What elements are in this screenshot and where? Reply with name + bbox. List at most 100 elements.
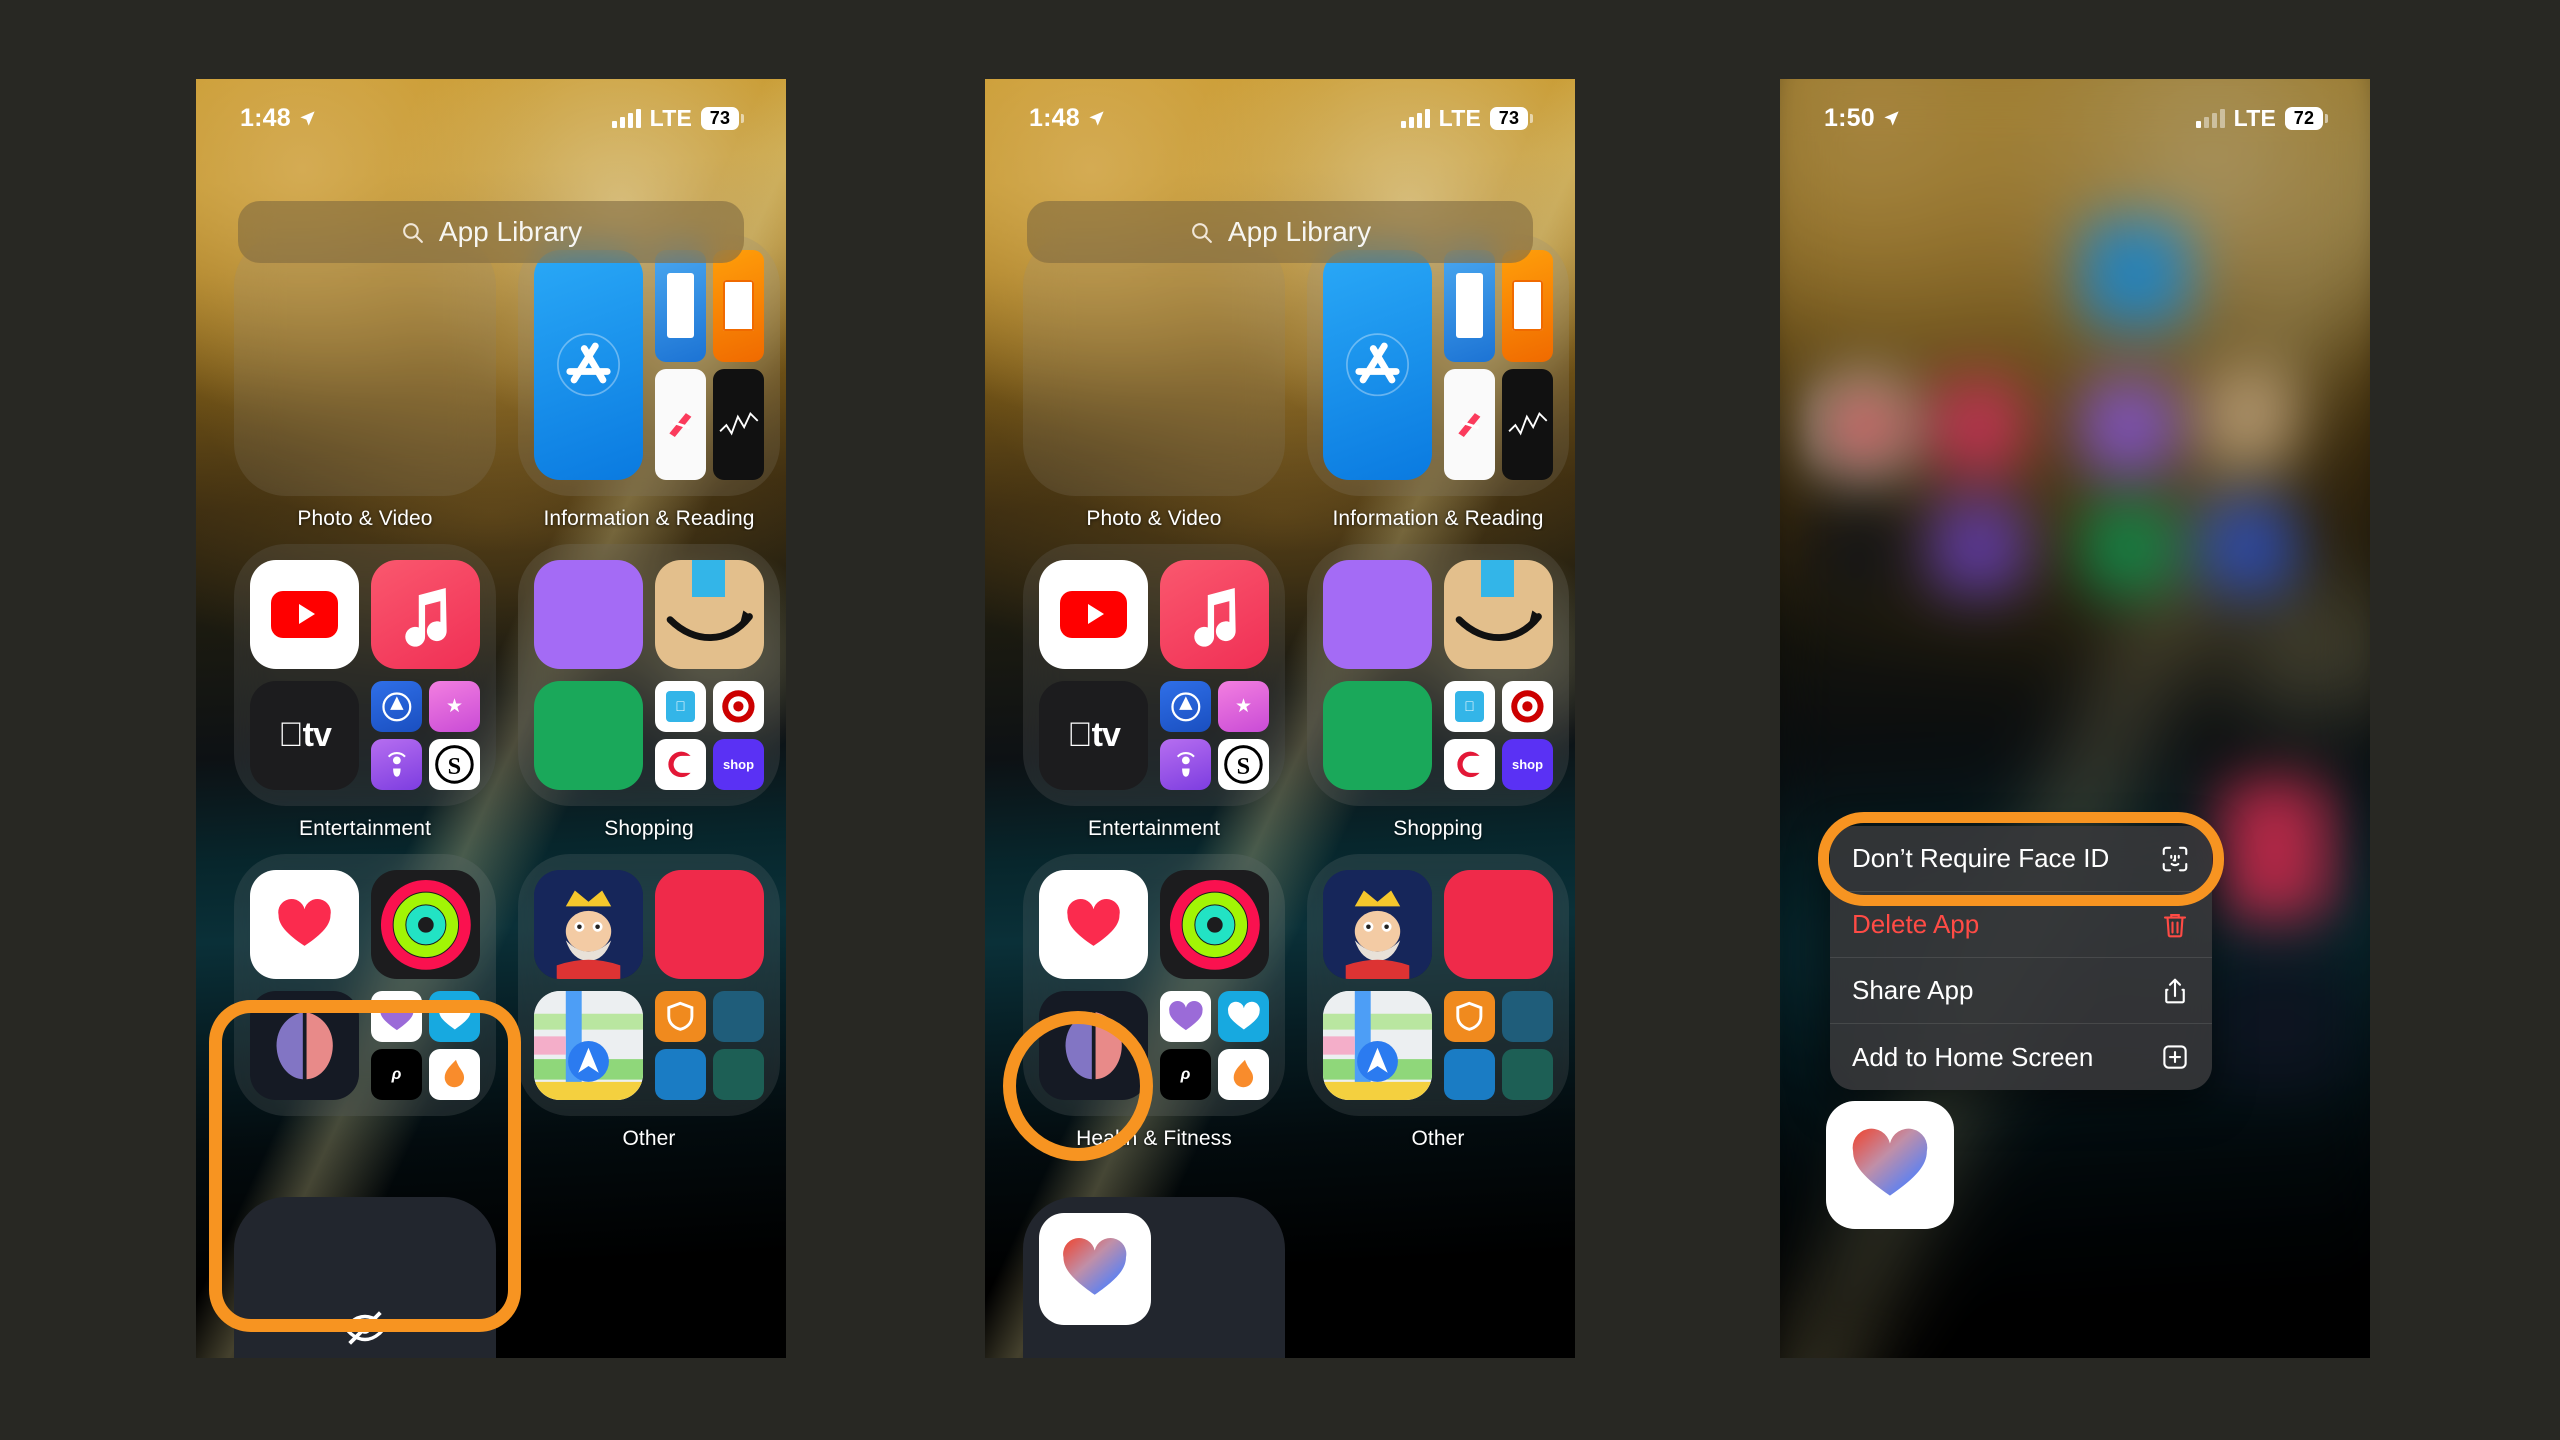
app-icon-s-circle[interactable]: S <box>1218 739 1269 790</box>
folder-tile[interactable] <box>518 854 780 1116</box>
app-icon-purple[interactable] <box>1323 560 1432 669</box>
app-icon-teal[interactable] <box>1502 991 1553 1042</box>
app-icon-target[interactable] <box>713 681 764 732</box>
app-icon-health[interactable] <box>1039 870 1148 979</box>
app-icon-peloton[interactable]: ρ <box>371 1049 422 1100</box>
app-icon-costco[interactable] <box>655 739 706 790</box>
folder-tile[interactable]: tv ★ <box>234 544 496 806</box>
app-icon-purple-heart[interactable] <box>371 991 422 1042</box>
folder-hidden[interactable]: Hidden <box>1023 1197 1285 1358</box>
app-icon-apple-tv[interactable]: tv <box>1039 681 1148 790</box>
folder-entertainment[interactable]: tv ★ S <box>1023 544 1285 841</box>
app-icon-shop[interactable]: shop <box>1502 739 1553 790</box>
folder-information-reading[interactable]: Information & Reading <box>1307 234 1569 531</box>
folder-entertainment[interactable]: tv ★ <box>234 544 496 841</box>
app-icon-finder[interactable] <box>655 250 706 362</box>
app-icon-apple-store[interactable]:  <box>1444 681 1495 732</box>
folder-health-fitness[interactable]: ρ Health & Fitness <box>234 854 496 1151</box>
folder-tile[interactable] <box>518 234 780 496</box>
folder-tile[interactable]:  shop <box>1307 544 1569 806</box>
app-icon-podcasts[interactable] <box>371 739 422 790</box>
app-icon-blue[interactable] <box>1444 1049 1495 1100</box>
folder-photo-video[interactable]: Photo & Video <box>1023 234 1285 531</box>
app-icon-paramount-plus[interactable] <box>1160 681 1211 732</box>
folder-tile[interactable]: tv ★ S <box>1023 544 1285 806</box>
app-icon-books[interactable] <box>713 250 764 362</box>
app-icon-shop[interactable]: shop <box>713 739 764 790</box>
app-icon-purple[interactable] <box>534 560 643 669</box>
app-icon-target[interactable] <box>1502 681 1553 732</box>
folder-tile[interactable] <box>1307 234 1569 496</box>
app-icon-costco[interactable] <box>1444 739 1495 790</box>
app-icon-star[interactable]: ★ <box>1218 681 1269 732</box>
app-icon-s-circle[interactable]: S <box>429 739 480 790</box>
app-icon-amazon[interactable] <box>655 560 764 669</box>
app-icon-blue-heart[interactable] <box>429 991 480 1042</box>
app-icon-star[interactable]: ★ <box>429 681 480 732</box>
app-icon-maps[interactable] <box>534 991 643 1100</box>
app-icon-peloton[interactable]: ρ <box>1160 1049 1211 1100</box>
app-icon-shield[interactable] <box>1444 991 1495 1042</box>
app-library-search[interactable]: App Library <box>238 201 744 263</box>
app-icon-app-store[interactable] <box>534 250 643 480</box>
app-icon-stocks[interactable] <box>713 368 764 480</box>
app-icon-fitness[interactable] <box>371 870 480 979</box>
app-icon-red[interactable] <box>1444 870 1553 979</box>
app-icon-youtube[interactable] <box>250 560 359 669</box>
folder-tile[interactable] <box>234 234 496 496</box>
app-icon-flame[interactable] <box>1218 1049 1269 1100</box>
folder-hidden[interactable]: Hidden <box>234 1197 496 1358</box>
app-icon-app-store[interactable] <box>1323 250 1432 480</box>
menu-item-delete-app[interactable]: Delete App <box>1830 892 2212 958</box>
app-icon-teal[interactable] <box>713 991 764 1042</box>
folder-shopping[interactable]:  shop Shopping <box>1307 544 1569 841</box>
folder-tile[interactable]:  <box>518 544 780 806</box>
app-icon-flame[interactable] <box>429 1049 480 1100</box>
menu-item-add-to-home-screen[interactable]: Add to Home Screen <box>1830 1024 2212 1090</box>
menu-item-dont-require-face-id[interactable]: Don’t Require Face ID <box>1830 826 2212 892</box>
folder-shopping[interactable]:  <box>518 544 780 841</box>
app-icon-darkgreen[interactable] <box>1502 1049 1553 1100</box>
app-icon-darkgreen[interactable] <box>713 1049 764 1100</box>
app-icon-books[interactable] <box>1502 250 1553 362</box>
app-icon-podcasts[interactable] <box>1160 739 1211 790</box>
app-icon-paramount-plus[interactable] <box>371 681 422 732</box>
app-icon-butterfly[interactable] <box>250 991 359 1100</box>
folder-health-fitness[interactable]: ρ Health & Fitness <box>1023 854 1285 1151</box>
app-icon-blue[interactable] <box>655 1049 706 1100</box>
app-icon-apple-store[interactable]:  <box>655 681 706 732</box>
app-tile-health[interactable] <box>1826 1101 2088 1229</box>
hidden-folder-open[interactable] <box>1023 1197 1285 1358</box>
folder-photo-video[interactable]: Photo & Video <box>234 234 496 531</box>
folder-tile[interactable] <box>1307 854 1569 1116</box>
app-icon-news[interactable] <box>655 368 706 480</box>
app-icon-youtube[interactable] <box>1039 560 1148 669</box>
app-icon-shield[interactable] <box>655 991 706 1042</box>
app-icon-royal-match[interactable] <box>1323 870 1432 979</box>
app-icon-stocks[interactable] <box>1502 368 1553 480</box>
app-icon-amazon[interactable] <box>1444 560 1553 669</box>
folder-information-reading[interactable]: Information & Reading <box>518 234 780 531</box>
folder-other[interactable]: Other <box>518 854 780 1151</box>
app-icon-apple-tv[interactable]: tv <box>250 681 359 790</box>
folder-tile[interactable]: ρ <box>1023 854 1285 1116</box>
app-icon-purple-heart[interactable] <box>1160 991 1211 1042</box>
app-icon-apple-music[interactable] <box>1160 560 1269 669</box>
app-icon-apple-music[interactable] <box>371 560 480 669</box>
app-icon-news[interactable] <box>1444 368 1495 480</box>
folder-other[interactable]: Other <box>1307 854 1569 1151</box>
hidden-folder-tile[interactable] <box>234 1197 496 1358</box>
app-icon-health[interactable] <box>1826 1101 1954 1229</box>
app-icon-green[interactable] <box>1323 681 1432 790</box>
app-icon-health[interactable] <box>250 870 359 979</box>
app-icon-blue-heart[interactable] <box>1218 991 1269 1042</box>
app-icon-red[interactable] <box>655 870 764 979</box>
app-library-search[interactable]: App Library <box>1027 201 1533 263</box>
folder-tile[interactable] <box>1023 234 1285 496</box>
folder-tile[interactable]: ρ <box>234 854 496 1116</box>
app-icon-green[interactable] <box>534 681 643 790</box>
app-icon-fitness[interactable] <box>1160 870 1269 979</box>
app-icon-health-hidden[interactable] <box>1039 1213 1151 1325</box>
app-icon-finder[interactable] <box>1444 250 1495 362</box>
app-icon-royal-match[interactable] <box>534 870 643 979</box>
